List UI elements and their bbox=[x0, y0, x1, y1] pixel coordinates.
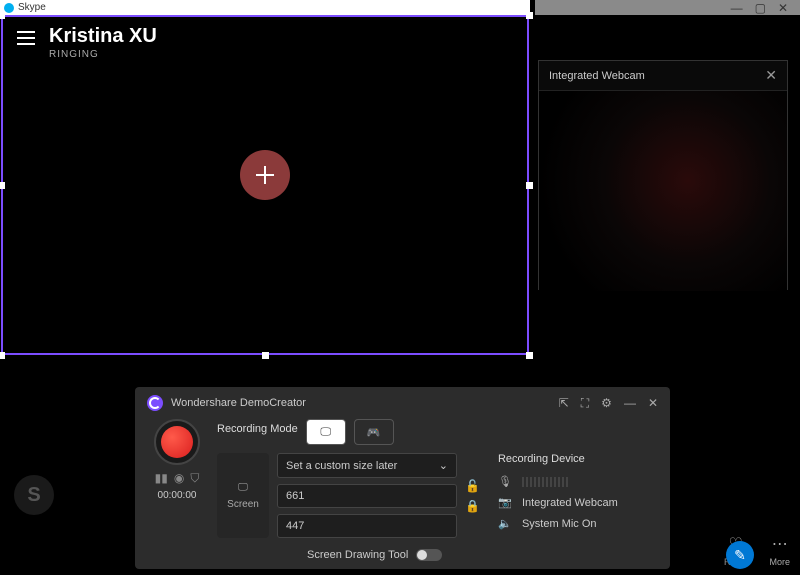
webcam-header: Integrated Webcam ✕ bbox=[539, 61, 787, 91]
maximize-button[interactable]: ▢ bbox=[755, 1, 766, 15]
move-region-handle[interactable] bbox=[240, 150, 290, 200]
chevron-down-icon: ⌄ bbox=[439, 459, 448, 472]
recording-device-label: Recording Device bbox=[498, 453, 658, 465]
audio-device-name: System Mic On bbox=[522, 518, 597, 530]
size-select[interactable]: Set a custom size later ⌄ bbox=[277, 453, 457, 478]
more-label: More bbox=[769, 557, 790, 567]
width-value: 661 bbox=[286, 490, 304, 502]
drawing-tool-toggle[interactable] bbox=[416, 549, 442, 561]
skype-icon bbox=[4, 3, 14, 13]
screen-source-label: Screen bbox=[227, 499, 259, 510]
mode-game-button[interactable]: 🎮 bbox=[354, 419, 394, 445]
gamepad-icon: 🎮 bbox=[367, 426, 381, 439]
resize-handle-sw[interactable] bbox=[0, 352, 5, 359]
caller-name: Kristina XU bbox=[49, 25, 157, 48]
record-button[interactable] bbox=[154, 419, 200, 465]
unlock-icon[interactable]: 🔓 bbox=[465, 479, 480, 493]
resize-handle-e[interactable] bbox=[526, 182, 533, 189]
pip-button[interactable]: ⇱ bbox=[559, 396, 569, 411]
shield-button[interactable]: ⛉ bbox=[190, 471, 199, 486]
speaker-icon[interactable]: 🔈 bbox=[498, 517, 512, 530]
resize-handle-w[interactable] bbox=[0, 182, 5, 189]
webcam-title: Integrated Webcam bbox=[549, 70, 645, 82]
pause-button[interactable]: ▮▮ bbox=[155, 471, 168, 486]
screen-monitor-icon: 🖵 bbox=[238, 482, 248, 493]
resize-handle-s[interactable] bbox=[262, 352, 269, 359]
recording-mode-label: Recording Mode bbox=[217, 423, 298, 435]
more-button[interactable]: ⋯ More bbox=[769, 534, 790, 567]
drawing-tool-label: Screen Drawing Tool bbox=[307, 549, 408, 561]
size-select-value: Set a custom size later bbox=[286, 460, 397, 472]
mic-level-meter bbox=[522, 477, 568, 487]
record-indicator-icon bbox=[161, 426, 193, 458]
camera-icon[interactable]: 📷 bbox=[498, 496, 512, 509]
resize-handle-n[interactable] bbox=[262, 0, 269, 7]
democreator-title: Wondershare DemoCreator bbox=[171, 397, 306, 409]
close-button[interactable]: ✕ bbox=[778, 1, 788, 15]
democreator-logo-icon bbox=[147, 395, 163, 411]
skype-call-window: Kristina XU RINGING bbox=[3, 17, 527, 353]
panel-close-button[interactable]: ✕ bbox=[648, 396, 658, 411]
window-chrome: — ▢ ✕ bbox=[535, 0, 800, 15]
webcam-close-button[interactable]: ✕ bbox=[765, 67, 777, 84]
more-dots-icon: ⋯ bbox=[772, 534, 788, 554]
target-button[interactable]: ◉ bbox=[174, 471, 184, 486]
webcam-preview-panel[interactable]: Integrated Webcam ✕ bbox=[538, 60, 788, 290]
mic-icon[interactable]: 🎙 bbox=[498, 475, 512, 488]
webcam-feed bbox=[539, 91, 787, 291]
pencil-icon: ✎ bbox=[734, 547, 746, 564]
move-arrows-icon bbox=[255, 165, 275, 185]
height-input[interactable]: 447 bbox=[277, 514, 457, 538]
record-timer: 00:00:00 bbox=[158, 490, 197, 501]
caller-status: RINGING bbox=[49, 49, 99, 60]
skype-title: Skype bbox=[18, 2, 46, 13]
mode-screen-button[interactable]: 🖵 bbox=[306, 419, 346, 445]
camera-device-name: Integrated Webcam bbox=[522, 497, 618, 509]
settings-button[interactable]: ⚙ bbox=[601, 396, 612, 411]
skype-dock-icon[interactable]: S bbox=[14, 475, 54, 515]
width-input[interactable]: 661 bbox=[277, 484, 457, 508]
lock-icon[interactable]: 🔒 bbox=[465, 499, 480, 513]
resize-handle-se[interactable] bbox=[526, 352, 533, 359]
resize-handle-nw[interactable] bbox=[0, 12, 5, 19]
resize-handle-ne[interactable] bbox=[526, 12, 533, 19]
minimize-button[interactable]: — bbox=[731, 1, 743, 15]
edit-fab-button[interactable]: ✎ bbox=[726, 541, 754, 569]
democreator-panel[interactable]: Wondershare DemoCreator ⇱ ⛶ ⚙ — ✕ ▮▮ ◉ ⛉… bbox=[135, 387, 670, 569]
height-value: 447 bbox=[286, 520, 304, 532]
menu-icon[interactable] bbox=[17, 31, 35, 45]
monitor-icon: 🖵 bbox=[320, 426, 331, 439]
democreator-header: Wondershare DemoCreator ⇱ ⛶ ⚙ — ✕ bbox=[147, 395, 658, 411]
screen-source-button[interactable]: 🖵 Screen bbox=[217, 453, 269, 538]
panel-minimize-button[interactable]: — bbox=[624, 396, 636, 411]
expand-button[interactable]: ⛶ bbox=[581, 396, 589, 411]
